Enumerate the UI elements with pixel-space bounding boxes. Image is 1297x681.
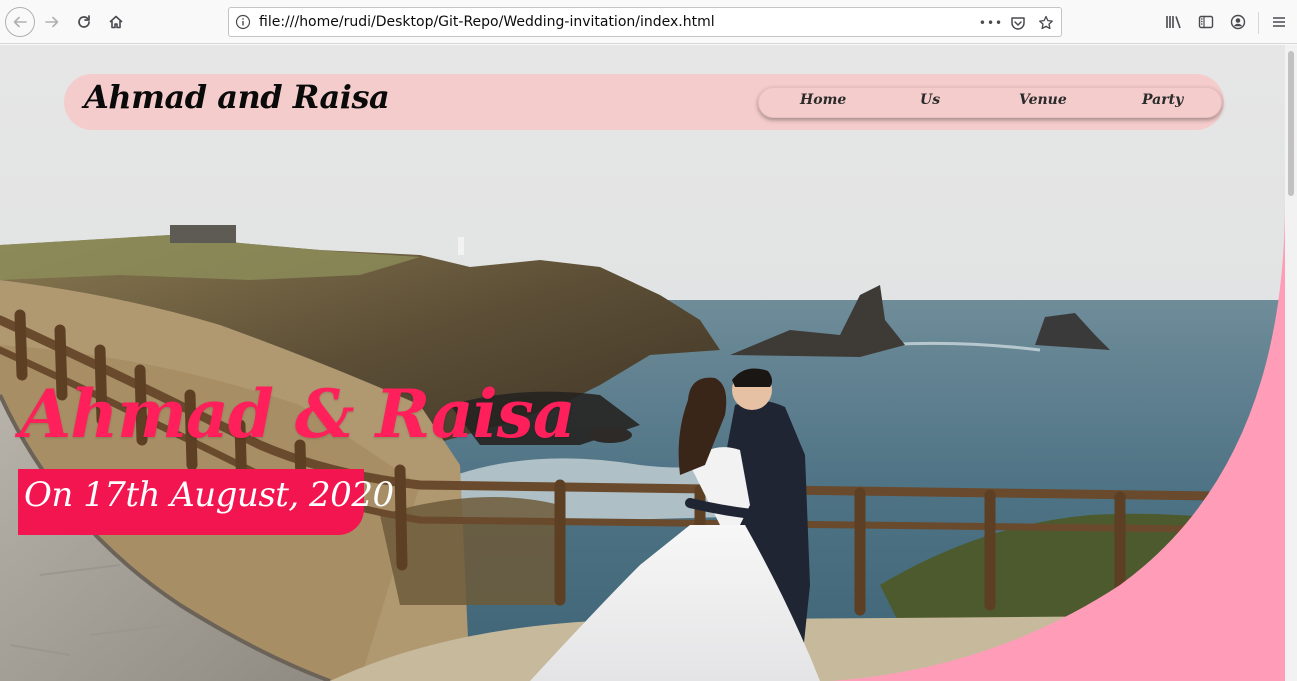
page-scrollbar[interactable]	[1285, 45, 1297, 681]
account-icon	[1230, 14, 1246, 30]
wedding-date: On 17th August, 2020	[24, 475, 394, 515]
bookmark-button[interactable]	[1036, 13, 1056, 33]
arrow-right-icon	[45, 16, 59, 28]
arrow-left-icon	[13, 16, 27, 28]
reload-button[interactable]	[70, 8, 98, 36]
back-button[interactable]	[5, 7, 35, 37]
nav-home[interactable]: Home	[800, 92, 846, 108]
hero-photo	[0, 45, 1285, 681]
library-button[interactable]	[1160, 8, 1188, 36]
url-bar[interactable]: file:///home/rudi/Desktop/Git-Repo/Weddi…	[228, 7, 1062, 37]
hamburger-icon	[1273, 17, 1285, 27]
sidebar-icon	[1198, 15, 1214, 29]
date-banner: On 17th August, 2020	[18, 469, 394, 535]
home-icon	[109, 15, 123, 29]
pocket-icon	[1011, 17, 1025, 30]
site-header: Ahmad and Raisa Home Us Venue Party	[64, 74, 1224, 130]
brand-title[interactable]: Ahmad and Raisa	[84, 78, 390, 116]
pocket-button[interactable]	[1008, 13, 1028, 33]
lighthouse	[458, 237, 464, 255]
sidebar-button[interactable]	[1192, 8, 1220, 36]
stone-ruin	[170, 225, 236, 243]
nav-us[interactable]: Us	[920, 92, 940, 108]
more-icon: •••	[978, 16, 1004, 30]
scrollbar-thumb[interactable]	[1288, 51, 1294, 196]
star-icon	[1039, 15, 1053, 30]
toolbar-separator	[1258, 12, 1259, 34]
browser-toolbar: file:///home/rudi/Desktop/Git-Repo/Weddi…	[0, 0, 1297, 44]
nav-party[interactable]: Party	[1142, 92, 1183, 108]
home-button[interactable]	[102, 8, 130, 36]
menu-button[interactable]	[1265, 8, 1293, 36]
library-icon	[1166, 16, 1181, 29]
info-icon[interactable]	[235, 14, 251, 30]
couple-headline: Ahmad & Raisa	[20, 375, 576, 453]
forward-button[interactable]	[38, 8, 66, 36]
main-nav: Home Us Venue Party	[758, 87, 1222, 118]
page-viewport: Ahmad and Raisa Home Us Venue Party Ahma…	[0, 45, 1285, 681]
url-text[interactable]: file:///home/rudi/Desktop/Git-Repo/Weddi…	[259, 14, 715, 30]
nav-venue[interactable]: Venue	[1019, 92, 1067, 108]
reload-icon	[78, 15, 90, 28]
account-button[interactable]	[1224, 8, 1252, 36]
page-actions-button[interactable]: •••	[978, 13, 1004, 33]
